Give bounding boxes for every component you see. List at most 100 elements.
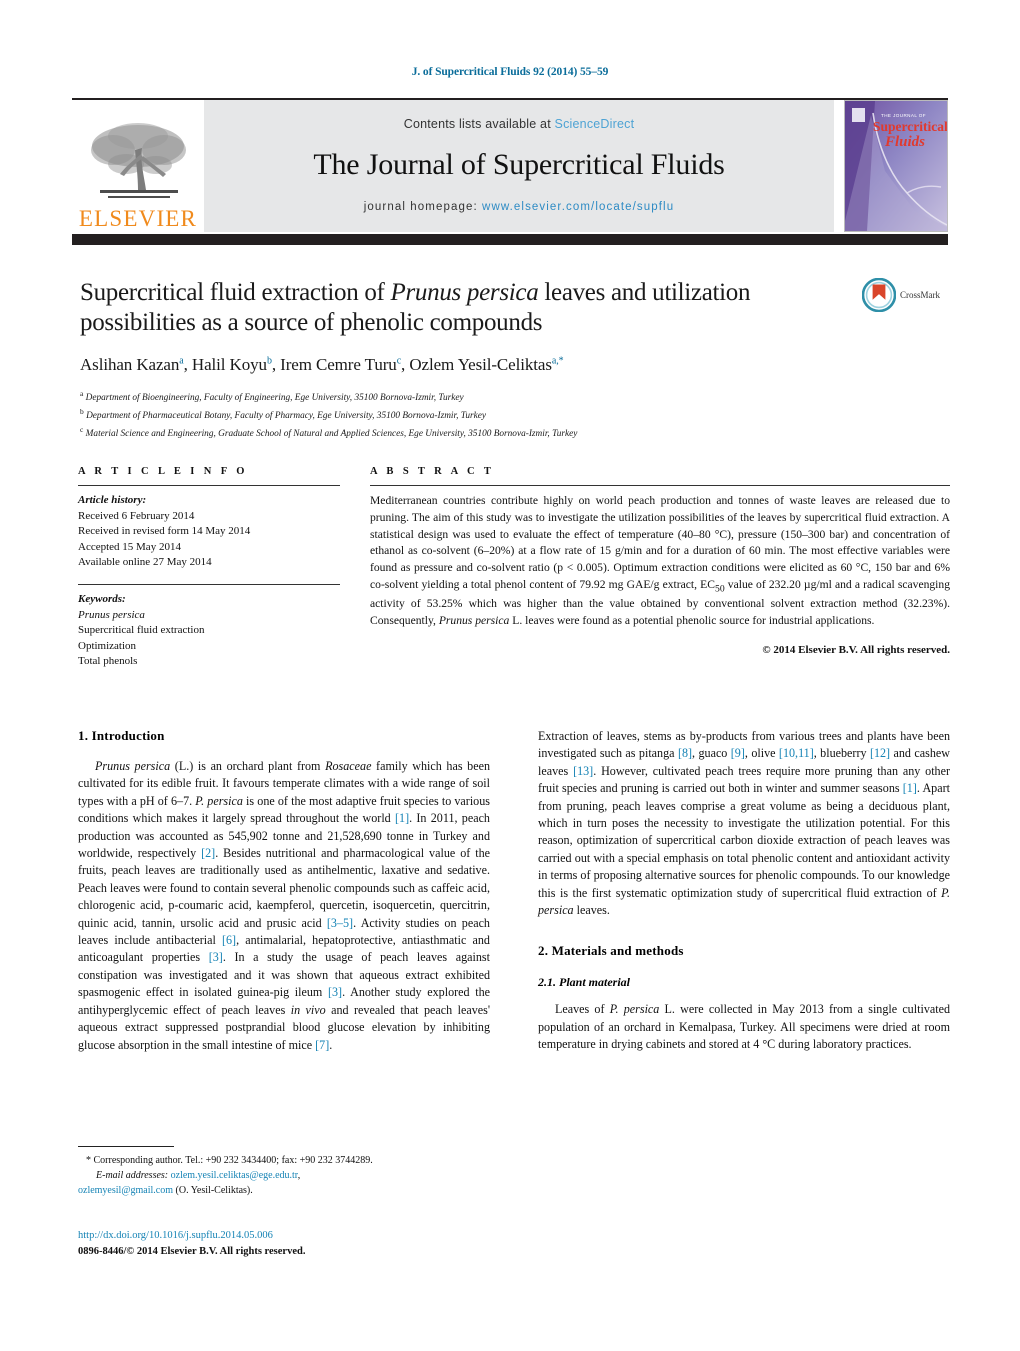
author-list: Aslihan Kazana, Halil Koyub, Irem Cemre … — [80, 354, 564, 374]
body-column-right: Extraction of leaves, stems as by-produc… — [538, 728, 950, 1054]
email-separator: , — [297, 1170, 301, 1182]
citation-ref[interactable]: [7] — [315, 1038, 329, 1052]
journal-cover-thumbnail[interactable]: THE JOURNAL OF Supercritical Fluids — [844, 100, 948, 232]
author-affil-mark[interactable]: c — [397, 355, 401, 366]
journal-cover-image: THE JOURNAL OF Supercritical Fluids — [845, 101, 947, 231]
divider — [370, 485, 950, 486]
svg-text:Fluids: Fluids — [884, 134, 925, 150]
history-item: Received in revised form 14 May 2014 — [78, 525, 251, 538]
abstract-part-1: Mediterranean countries contribute highl… — [370, 494, 950, 591]
title-part-1: Supercritical fluid extraction of — [80, 279, 391, 306]
history-item: Received 6 February 2014 — [78, 509, 195, 522]
issn-copyright-line: 0896-8446/© 2014 Elsevier B.V. All right… — [78, 1245, 306, 1257]
keyword-list: Keywords: Prunus persica Supercritical f… — [78, 592, 340, 670]
affiliation-item: c Material Science and Engineering, Grad… — [80, 424, 870, 442]
homepage-url-link[interactable]: www.elsevier.com/locate/supflu — [482, 201, 674, 213]
p2-text-c: , olive — [744, 746, 779, 761]
divider — [78, 485, 340, 486]
affiliation-mark: a — [80, 388, 84, 398]
footnote-block: * Corresponding author. Tel.: +90 232 34… — [78, 1146, 490, 1199]
history-item: Accepted 15 May 2014 — [78, 540, 181, 553]
p2-text-i: leaves. — [573, 903, 610, 918]
article-info-column: A R T I C L E I N F O Article history: R… — [78, 466, 340, 670]
author-affil-mark[interactable]: a — [179, 355, 183, 366]
author-affil-mark[interactable]: a,* — [552, 355, 564, 366]
citation-ref[interactable]: [3] — [209, 950, 223, 964]
keyword-item: Optimization — [78, 639, 137, 652]
journal-banner: Contents lists available at ScienceDirec… — [204, 100, 834, 232]
journal-title: The Journal of Supercritical Fluids — [313, 148, 725, 181]
p2-text-g: . Apart from pruning, peach leaves compr… — [538, 781, 950, 900]
abstract-part-3: L. leaves were found as a potential phen… — [509, 614, 875, 628]
citation-ref[interactable]: [9] — [731, 746, 745, 760]
plant-material-paragraph: Leaves of P. persica L. were collected i… — [538, 1001, 950, 1053]
p3-species: P. persica — [609, 1002, 660, 1017]
p1-species-2: P. persica — [195, 793, 243, 808]
sciencedirect-link[interactable]: ScienceDirect — [555, 117, 635, 131]
citation-ref[interactable]: [10,11] — [779, 746, 814, 760]
author-name: Irem Cemre Turu — [280, 354, 397, 374]
citation-ref[interactable]: [8] — [678, 746, 692, 760]
abstract-copyright: © 2014 Elsevier B.V. All rights reserved… — [762, 643, 950, 656]
citation-ref[interactable]: [3] — [328, 985, 342, 999]
citation-ref[interactable]: [1] — [903, 781, 917, 795]
body-columns: 1. Introduction Prunus persica (L.) is a… — [78, 728, 950, 1054]
footnote-divider — [78, 1146, 174, 1147]
journal-header: ELSEVIER Contents lists available at Sci… — [72, 98, 948, 232]
article-history-label: Article history: — [78, 494, 147, 506]
affiliation-item: b Department of Pharmaceutical Botany, F… — [80, 406, 870, 424]
elsevier-tree-icon — [91, 123, 186, 198]
author-name: Aslihan Kazan — [80, 354, 180, 374]
intro-paragraph-2: Extraction of leaves, stems as by-produc… — [538, 728, 950, 919]
p2-text-b: , guaco — [692, 746, 731, 761]
keywords-label: Keywords: — [78, 593, 126, 606]
citation-ref[interactable]: [6] — [222, 933, 236, 947]
p1-text-b: (L.) is an orchard plant from — [170, 759, 326, 773]
p2-text-d: , blueberry — [813, 746, 870, 761]
citation-ref[interactable]: [1] — [395, 811, 409, 825]
email-label: E-mail addresses: — [96, 1170, 169, 1182]
ec50-subscript: 50 — [715, 583, 725, 595]
keyword-item: Prunus persica — [78, 608, 145, 621]
body-column-left: 1. Introduction Prunus persica (L.) is a… — [78, 728, 490, 1054]
article-history: Article history: Received 6 February 201… — [78, 493, 340, 571]
corresponding-author-text: Corresponding author. Tel.: +90 232 3434… — [91, 1155, 373, 1166]
history-item: Available online 27 May 2014 — [78, 556, 212, 569]
citation-ref[interactable]: [13] — [573, 764, 593, 778]
crossmark-label: CrossMark — [900, 290, 940, 300]
journal-homepage-line: journal homepage: www.elsevier.com/locat… — [364, 201, 674, 213]
page-title: Supercritical fluid extraction of Prunus… — [80, 278, 870, 339]
title-block: Supercritical fluid extraction of Prunus… — [80, 278, 870, 442]
affiliation-list: a Department of Bioengineering, Faculty … — [80, 388, 870, 442]
keyword-item: Supercritical fluid extraction — [78, 624, 205, 637]
contents-list-line: Contents lists available at ScienceDirec… — [404, 117, 635, 131]
intro-paragraph-1: Prunus persica (L.) is an orchard plant … — [78, 758, 490, 1054]
p1-species-1: Prunus persica — [95, 759, 171, 773]
affiliation-text: Department of Pharmaceutical Botany, Fac… — [86, 410, 487, 421]
running-head: J. of Supercritical Fluids 92 (2014) 55–… — [411, 66, 609, 78]
affiliation-text: Material Science and Engineering, Gradua… — [85, 428, 578, 439]
email-link-1[interactable]: ozlem.yesil.celiktas@ege.edu.tr — [171, 1170, 298, 1181]
info-abstract-row: A R T I C L E I N F O Article history: R… — [78, 466, 950, 670]
elsevier-wordmark: ELSEVIER — [78, 206, 198, 231]
abstract-column: A B S T R A C T Mediterranean countries … — [370, 466, 950, 670]
title-species: Prunus persica — [390, 279, 539, 306]
svg-text:THE JOURNAL OF: THE JOURNAL OF — [881, 113, 926, 118]
citation-ref[interactable]: [12] — [870, 746, 890, 760]
author-affil-mark[interactable]: b — [267, 355, 272, 366]
doi-block: http://dx.doi.org/10.1016/j.supflu.2014.… — [78, 1228, 508, 1260]
p2-text-f: . However, cultivated peach trees requir… — [538, 763, 950, 796]
homepage-prefix: journal homepage: — [363, 201, 483, 213]
subsection-heading-plant-material: 2.1. Plant material — [538, 975, 631, 990]
email-link-2[interactable]: ozlemyesil@gmail.com — [78, 1185, 173, 1196]
citation-ref[interactable]: [3–5] — [327, 916, 353, 930]
p1-invivo: in vivo — [290, 1002, 326, 1017]
crossmark-badge[interactable]: CrossMark — [862, 278, 958, 312]
citation-ref[interactable]: [2] — [201, 846, 215, 860]
abstract-text: Mediterranean countries contribute highl… — [370, 493, 950, 630]
section-heading-introduction: 1. Introduction — [78, 728, 165, 743]
p3-text-a: Leaves of — [555, 1002, 610, 1017]
email-attribution: (O. Yesil-Celiktas). — [173, 1185, 253, 1197]
keyword-item: Total phenols — [78, 655, 138, 668]
doi-link[interactable]: http://dx.doi.org/10.1016/j.supflu.2014.… — [78, 1228, 508, 1244]
